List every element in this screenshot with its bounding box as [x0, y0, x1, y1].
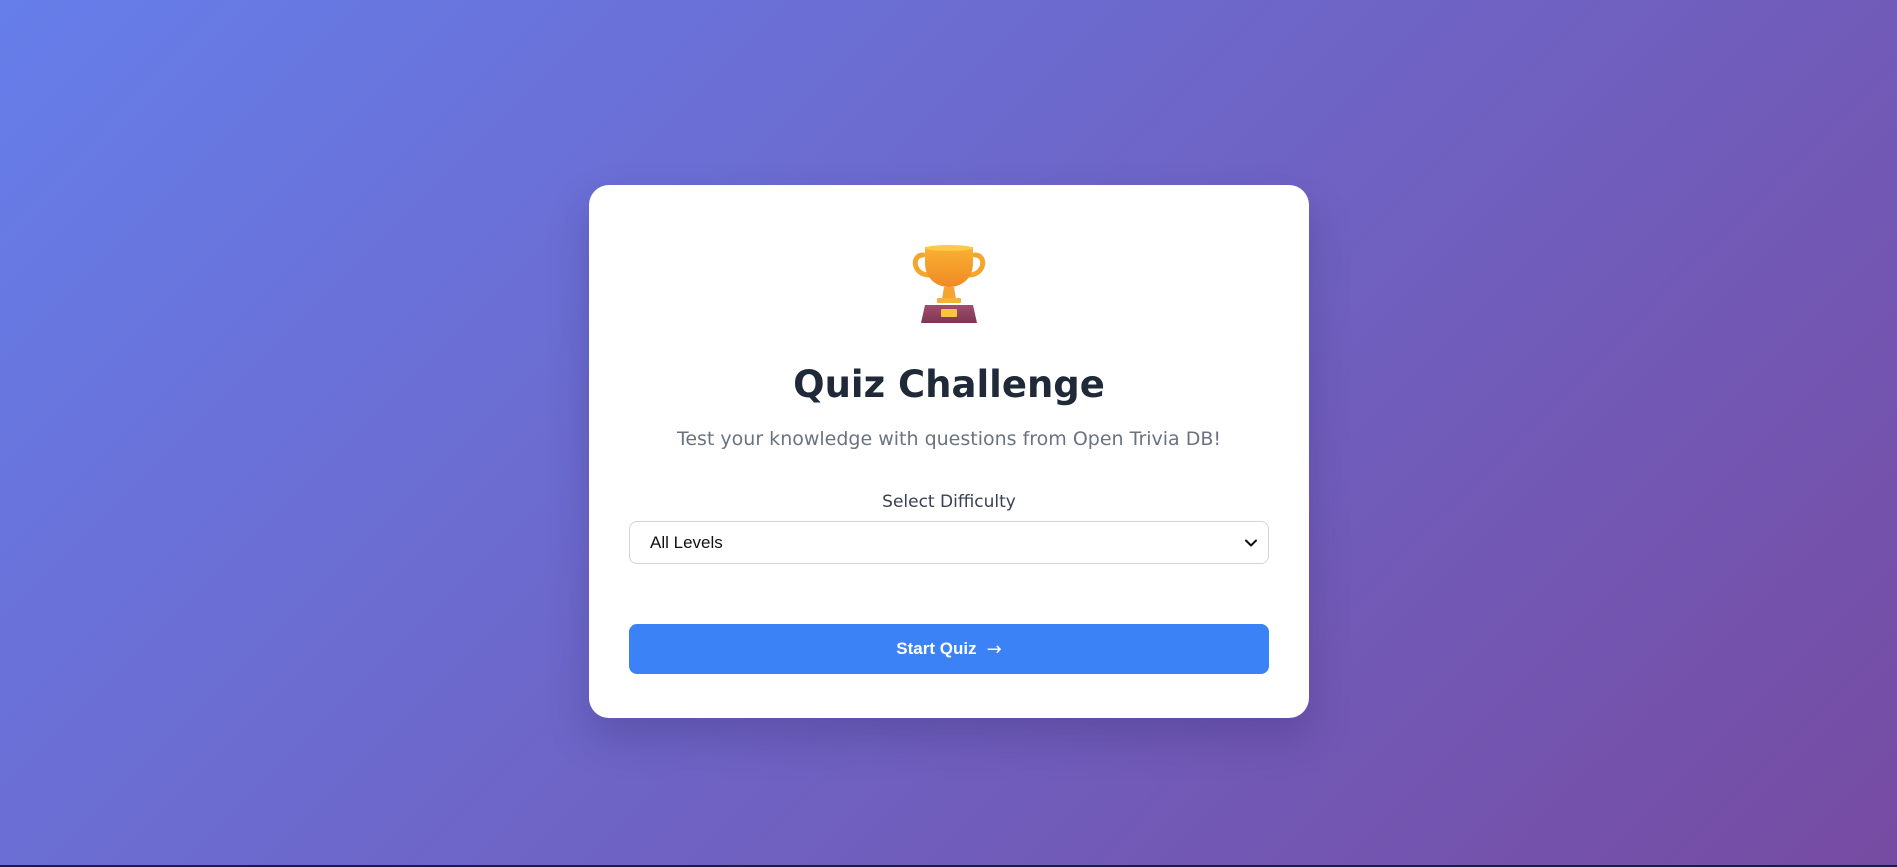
page-title: Quiz Challenge	[793, 363, 1105, 406]
chevron-down-icon	[1244, 536, 1258, 550]
start-quiz-button[interactable]: Start Quiz →	[629, 624, 1269, 674]
difficulty-select[interactable]: All Levels	[629, 521, 1269, 564]
page-subtitle: Test your knowledge with questions from …	[676, 428, 1222, 450]
trophy-icon	[909, 241, 989, 325]
quiz-start-card: Quiz Challenge Test your knowledge with …	[589, 185, 1309, 718]
arrow-right-icon: →	[986, 638, 1002, 660]
start-quiz-label: Start Quiz	[896, 639, 977, 658]
difficulty-label: Select Difficulty	[882, 492, 1016, 512]
difficulty-selected-value: All Levels	[650, 533, 723, 552]
